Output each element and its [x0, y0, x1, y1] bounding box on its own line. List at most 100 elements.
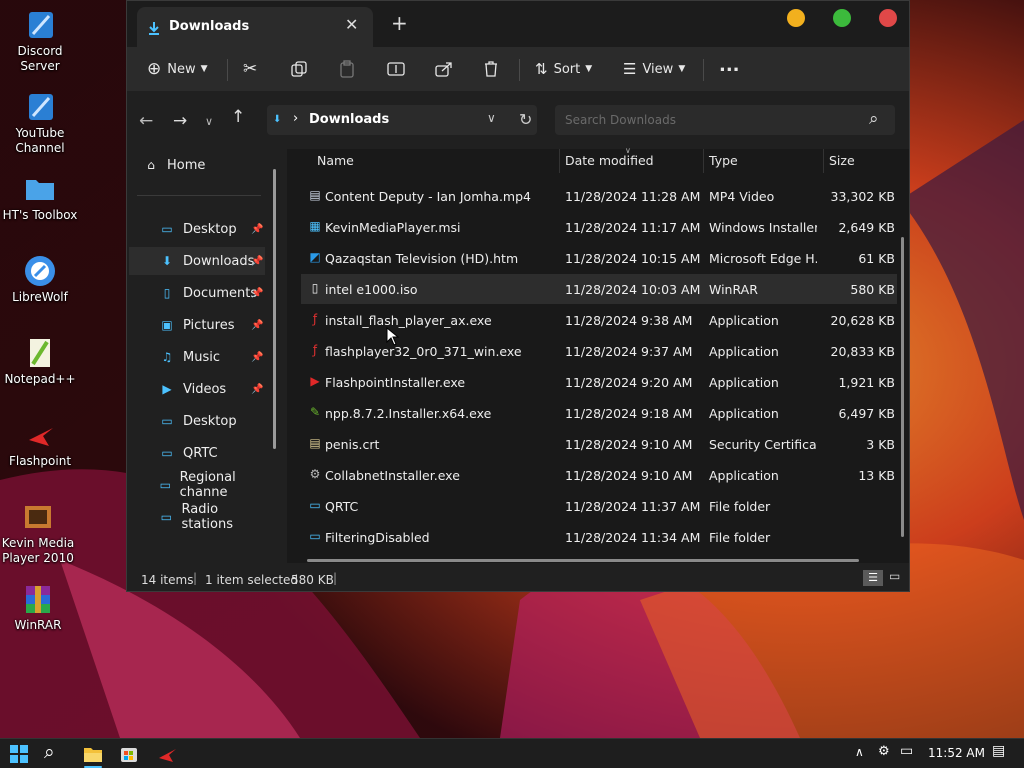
sidebar-item-desktop[interactable]: ▭ Desktop 📌	[129, 215, 265, 243]
back-button[interactable]: ←	[139, 111, 153, 131]
sort-icon: ⇅	[535, 60, 548, 78]
sidebar-item-videos[interactable]: ▶ Videos 📌	[129, 375, 265, 403]
column-header-name[interactable]: Name	[317, 153, 354, 168]
file-row[interactable]: ◩ Qazaqstan Television (HD).htm 11/28/20…	[301, 243, 897, 273]
sidebar-item-qrtc[interactable]: ▭ QRTC	[129, 439, 265, 467]
notification-icon[interactable]: ▤	[992, 743, 1005, 759]
file-explorer-taskbar-icon[interactable]	[82, 743, 104, 765]
desktop-icon-librewolf[interactable]: LibreWolf	[0, 254, 80, 305]
close-button[interactable]	[879, 9, 897, 27]
column-header-date-modified[interactable]: Date modified	[565, 153, 654, 168]
sort-button[interactable]: ⇅ Sort ▼	[535, 57, 592, 81]
address-box[interactable]: ⬇ › Downloads ∨	[267, 105, 537, 135]
address-dropdown-icon[interactable]: ∨	[487, 111, 496, 125]
network-icon[interactable]: ⚙	[878, 744, 890, 759]
file-name: FlashpointInstaller.exe	[325, 375, 466, 390]
sidebar-item-documents[interactable]: ▯ Documents 📌	[129, 279, 265, 307]
file-explorer-window: Downloads ✕ + ⊕ New ▼ ✂ ⇅ Sort ▼ ☰ View …	[126, 0, 910, 592]
minimize-button[interactable]	[787, 9, 805, 27]
start-button[interactable]	[8, 743, 30, 765]
show-hidden-icons-button[interactable]: ∧	[855, 745, 864, 759]
file-name: penis.crt	[325, 437, 380, 452]
file-row-selected[interactable]: ▯ intel e1000.iso 11/28/2024 10:03 AM Wi…	[301, 274, 897, 304]
desktop-icon-youtube-channel[interactable]: YouTube Channel	[0, 90, 80, 156]
sidebar-item-music[interactable]: ♫ Music 📌	[129, 343, 265, 371]
sidebar-item-pictures[interactable]: ▣ Pictures 📌	[129, 311, 265, 339]
sidebar-scrollbar[interactable]	[273, 169, 276, 449]
pin-icon: 📌	[251, 287, 264, 299]
chevron-down-icon: ▼	[678, 64, 686, 74]
view-button[interactable]: ☰ View ▼	[623, 57, 685, 81]
file-type: Application	[709, 344, 779, 359]
file-row[interactable]: ▤ Content Deputy - Ian Jomha.mp4 11/28/2…	[301, 181, 897, 211]
more-options-button[interactable]: ...	[719, 53, 740, 77]
rename-button[interactable]	[387, 57, 405, 81]
tab-downloads[interactable]: Downloads ✕	[137, 7, 373, 47]
clock[interactable]: 11:52 AM	[928, 746, 985, 760]
details-view-button[interactable]: ☰	[863, 570, 883, 586]
delete-button[interactable]	[483, 57, 499, 81]
sidebar-item-downloads[interactable]: ⬇ Downloads 📌	[129, 247, 265, 275]
breadcrumb-downloads[interactable]: Downloads	[309, 112, 389, 127]
new-button[interactable]: ⊕ New ▼	[147, 57, 208, 81]
sidebar-item-home[interactable]: ⌂ Home	[129, 151, 265, 179]
video-file-icon: ▤	[309, 188, 321, 202]
search-icon[interactable]: ⌕	[869, 109, 879, 129]
file-row[interactable]: ⚙ CollabnetInstaller.exe 11/28/2024 9:10…	[301, 460, 897, 490]
file-row[interactable]: ▶ FlashpointInstaller.exe 11/28/2024 9:2…	[301, 367, 897, 397]
file-row[interactable]: ▭ QRTC 11/28/2024 11:37 AM File folder	[301, 491, 897, 521]
file-row[interactable]: ✎ npp.8.7.2.Installer.x64.exe 11/28/2024…	[301, 398, 897, 428]
sidebar-item-regional-channels[interactable]: ▭ Regional channe	[129, 470, 265, 500]
file-size: 13 KB	[858, 468, 895, 483]
desktop-icon-notepadpp[interactable]: Notepad++	[0, 336, 80, 387]
sidebar-item-label: Downloads	[183, 253, 255, 269]
desktop-icon-kevin-media-player[interactable]: Kevin Media Player 2010	[0, 500, 78, 566]
new-tab-button[interactable]: +	[391, 11, 408, 35]
up-button[interactable]: ↑	[231, 107, 245, 127]
store-icon[interactable]	[118, 743, 140, 765]
navigation-pane: ⌂ Home ▭ Desktop 📌 ⬇ Downloads 📌 ▯ Docum…	[127, 149, 277, 563]
display-icon[interactable]: ▭	[900, 743, 913, 759]
file-row[interactable]: ▦ KevinMediaPlayer.msi 11/28/2024 11:17 …	[301, 212, 897, 242]
file-date: 11/28/2024 10:03 AM	[565, 282, 701, 297]
maximize-button[interactable]	[833, 9, 851, 27]
sidebar-item-radio-stations[interactable]: ▭ Radio stations	[129, 502, 265, 532]
file-date: 11/28/2024 11:28 AM	[565, 189, 701, 204]
desktop-icon-winrar[interactable]: WinRAR	[0, 582, 78, 633]
music-icon: ♫	[161, 350, 173, 364]
paste-button[interactable]	[339, 57, 355, 81]
search-box[interactable]: Search Downloads ⌕	[555, 105, 895, 135]
rename-icon	[387, 62, 405, 76]
cut-button[interactable]: ✂	[243, 57, 257, 81]
desktop-icon-hts-toolbox[interactable]: HT's Toolbox	[0, 172, 80, 223]
refresh-icon[interactable]: ↻	[519, 110, 532, 129]
address-bar-row: ← → ∨ ↑ ⬇ › Downloads ∨ ↻ Search Downloa…	[127, 91, 909, 149]
tiles-view-button[interactable]: ▭	[889, 569, 900, 583]
desktop-icon-discord-server[interactable]: Discord Server	[0, 8, 80, 74]
column-header-type[interactable]: Type	[709, 153, 738, 168]
file-size: 6,497 KB	[838, 406, 895, 421]
horizontal-scrollbar[interactable]	[307, 559, 859, 562]
share-button[interactable]	[435, 57, 453, 81]
copy-button[interactable]	[291, 57, 307, 81]
close-tab-icon[interactable]: ✕	[345, 15, 358, 34]
sidebar-item-label: Home	[167, 157, 206, 173]
title-bar[interactable]: Downloads ✕ +	[127, 1, 909, 47]
flashpoint-taskbar-icon[interactable]	[156, 743, 178, 765]
desktop-icon-flashpoint[interactable]: Flashpoint	[0, 418, 80, 469]
sidebar-item-desktop-folder[interactable]: ▭ Desktop	[129, 407, 265, 435]
vertical-scrollbar[interactable]	[901, 237, 904, 537]
search-input[interactable]: Search Downloads	[565, 113, 676, 127]
column-header-size[interactable]: Size	[829, 153, 855, 168]
flash-icon: ƒ	[312, 312, 318, 326]
file-name: KevinMediaPlayer.msi	[325, 220, 461, 235]
file-row[interactable]: ▭ FilteringDisabled 11/28/2024 11:34 AM …	[301, 522, 897, 552]
forward-button[interactable]: →	[173, 111, 187, 131]
file-row[interactable]: ▤ penis.crt 11/28/2024 9:10 AM Security …	[301, 429, 897, 459]
search-icon[interactable]: ⌕	[44, 741, 66, 763]
recent-chevron-icon[interactable]: ∨	[205, 115, 213, 128]
sidebar-item-label: Music	[183, 349, 220, 365]
winrar-icon	[21, 582, 55, 616]
file-size: 20,628 KB	[830, 313, 895, 328]
flashpoint-icon: ▶	[310, 374, 320, 388]
